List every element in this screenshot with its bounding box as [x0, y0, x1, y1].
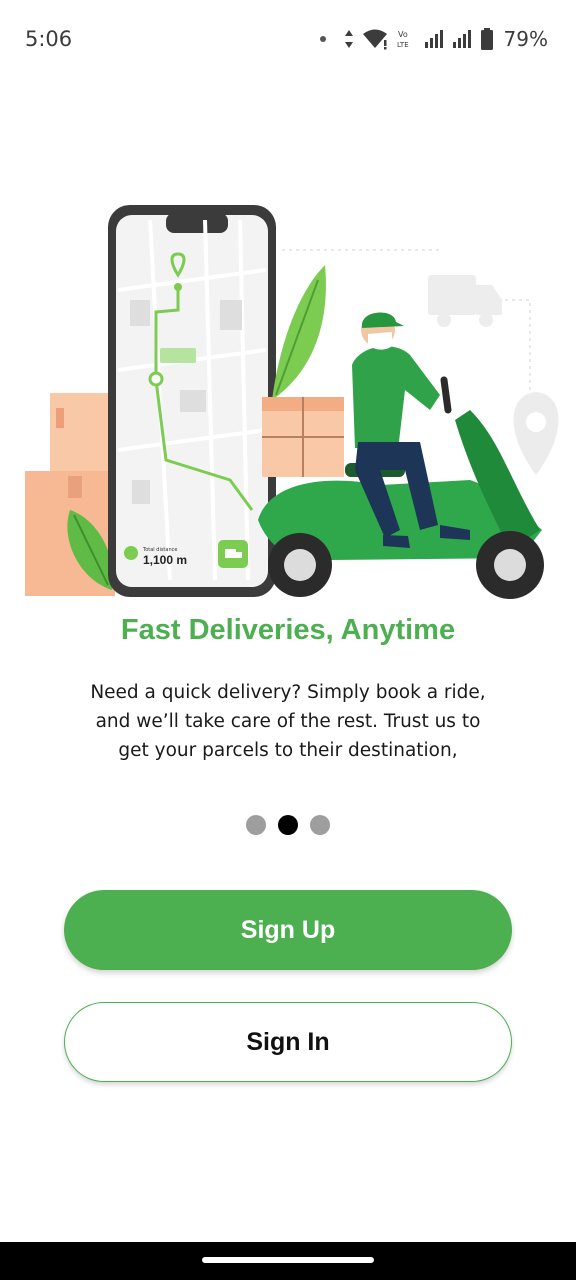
- status-time: 5:06: [25, 27, 73, 51]
- delivery-illustration: Total distance 1,100 m: [25, 205, 559, 599]
- location-pin-icon: [513, 392, 559, 475]
- svg-text:LTE: LTE: [397, 41, 409, 49]
- wifi-icon: [362, 29, 387, 50]
- volte-icon: Vo LTE: [397, 30, 409, 49]
- system-navigation-bar: [0, 1242, 576, 1280]
- background-truck-icon: [428, 275, 502, 327]
- signal-icon: [424, 30, 443, 48]
- status-icons: Vo LTE 79%: [319, 26, 548, 52]
- phone-map: Total distance 1,100 m: [108, 205, 276, 597]
- onboarding-title: Fast Deliveries, Anytime: [120, 614, 456, 646]
- svg-text:Vo: Vo: [398, 30, 408, 39]
- page-indicator: [0, 815, 576, 835]
- data-arrows-icon: [344, 30, 353, 48]
- sign-up-button[interactable]: Sign Up: [64, 890, 512, 970]
- onboarding-description: Need a quick delivery? Simply book a rid…: [90, 682, 486, 761]
- dot-icon: [319, 36, 326, 42]
- leaf-right: [272, 265, 326, 400]
- parcel-on-scooter: [262, 397, 344, 477]
- page-dot-2-active[interactable]: [278, 815, 298, 835]
- distance-value: 1,100 m: [143, 553, 187, 567]
- home-indicator[interactable]: [202, 1257, 374, 1263]
- sign-in-button[interactable]: Sign In: [64, 1002, 512, 1082]
- page-dot-3[interactable]: [310, 815, 330, 835]
- status-bar: 5:06 Vo LTE 79%: [0, 0, 576, 80]
- page-dot-1[interactable]: [246, 815, 266, 835]
- battery-icon: [480, 28, 493, 50]
- signal-icon: [452, 30, 471, 48]
- battery-percentage: 79%: [503, 27, 548, 51]
